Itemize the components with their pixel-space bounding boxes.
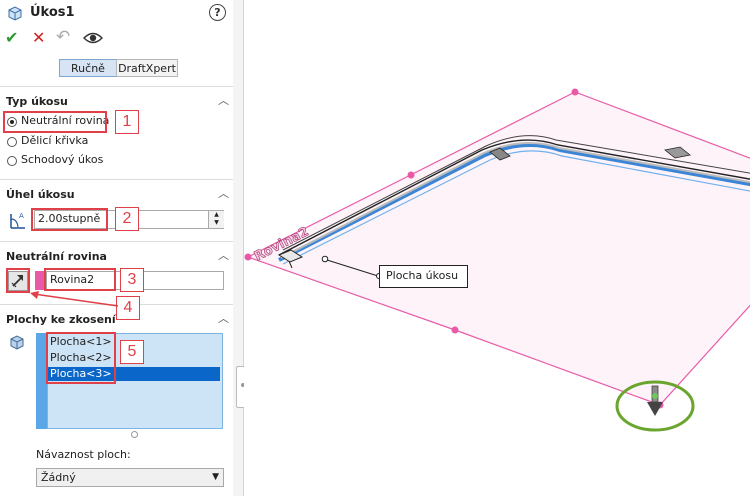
angle-icon: A [10, 212, 25, 229]
plane-handle[interactable] [451, 326, 459, 334]
face-propagation-value: Žádný [41, 471, 76, 484]
radio-label-parting-line[interactable]: Dělicí křivka [21, 134, 88, 147]
section-title-faces: Plochy ke zkosení [6, 313, 116, 326]
radio-label-step-draft[interactable]: Schodový úkos [21, 153, 103, 166]
annotation-arrow [30, 291, 119, 307]
graphics-viewport[interactable]: Rovina2 Plocha úkosu [244, 0, 750, 496]
spin-up-icon[interactable]: ▲ [209, 211, 224, 219]
collapse-caret-icon[interactable]: ︿ [218, 310, 229, 326]
section-title-draft-angle: Úhel úkosu [6, 188, 75, 201]
face-propagation-select[interactable]: Žádný ▼ [36, 468, 224, 487]
radio-parting-line[interactable] [7, 137, 17, 147]
section-divider [0, 241, 233, 242]
resize-handle[interactable] [131, 431, 138, 438]
help-icon[interactable]: ? [209, 4, 226, 21]
collapse-caret-icon[interactable]: ︿ [218, 185, 229, 201]
annotation-number-1: 1 [115, 110, 139, 134]
section-divider [0, 179, 233, 180]
plane-handle[interactable] [407, 171, 415, 179]
face-selection-icon [10, 335, 24, 350]
ok-button[interactable]: ✔ [5, 28, 18, 47]
feature-title: Úkos1 [30, 5, 75, 20]
panel-splitter[interactable] [233, 0, 244, 496]
model-view[interactable]: Rovina2 [244, 0, 750, 496]
cancel-button[interactable]: ✕ [32, 28, 45, 47]
annotation-number-2: 2 [115, 207, 139, 231]
neutral-plane-fill [248, 92, 750, 405]
svg-text:A: A [19, 212, 24, 220]
chevron-down-icon: ▼ [212, 472, 219, 482]
annotation-box-draft-type [3, 111, 107, 133]
draft-feature-icon [8, 6, 22, 21]
section-divider [0, 86, 233, 87]
annotation-number-5: 5 [120, 340, 144, 364]
collapse-caret-icon[interactable]: ︿ [218, 247, 229, 263]
annotation-box-angle [31, 208, 108, 231]
annotation-box-reverse [6, 268, 30, 293]
plane-handle[interactable] [571, 88, 579, 96]
section-title-draft-type: Typ úkosu [6, 95, 68, 108]
callout-anchor [321, 255, 329, 263]
spin-down-icon[interactable]: ▼ [209, 219, 224, 227]
property-manager-panel: Úkos1 ? ✔ ✕ ↶ Ručně DraftXpert Typ úkosu… [0, 0, 234, 496]
section-title-neutral-plane: Neutrální rovina [6, 250, 107, 263]
radio-step-draft[interactable] [7, 156, 17, 166]
angle-spinner[interactable]: ▲ ▼ [208, 211, 224, 228]
annotation-number-3: 3 [120, 268, 144, 292]
preview-eye-icon[interactable] [83, 31, 103, 45]
tab-draftxpert[interactable]: DraftXpert [116, 59, 178, 77]
collapse-caret-icon[interactable]: ︿ [218, 92, 229, 108]
tab-manual[interactable]: Ručně [59, 59, 117, 77]
face-propagation-label: Návaznost ploch: [36, 448, 131, 461]
plane-handle[interactable] [244, 253, 252, 261]
draft-face-callout: Plocha úkosu [379, 265, 468, 288]
undo-button[interactable]: ↶ [56, 27, 70, 47]
annotation-box-faces [46, 332, 116, 384]
